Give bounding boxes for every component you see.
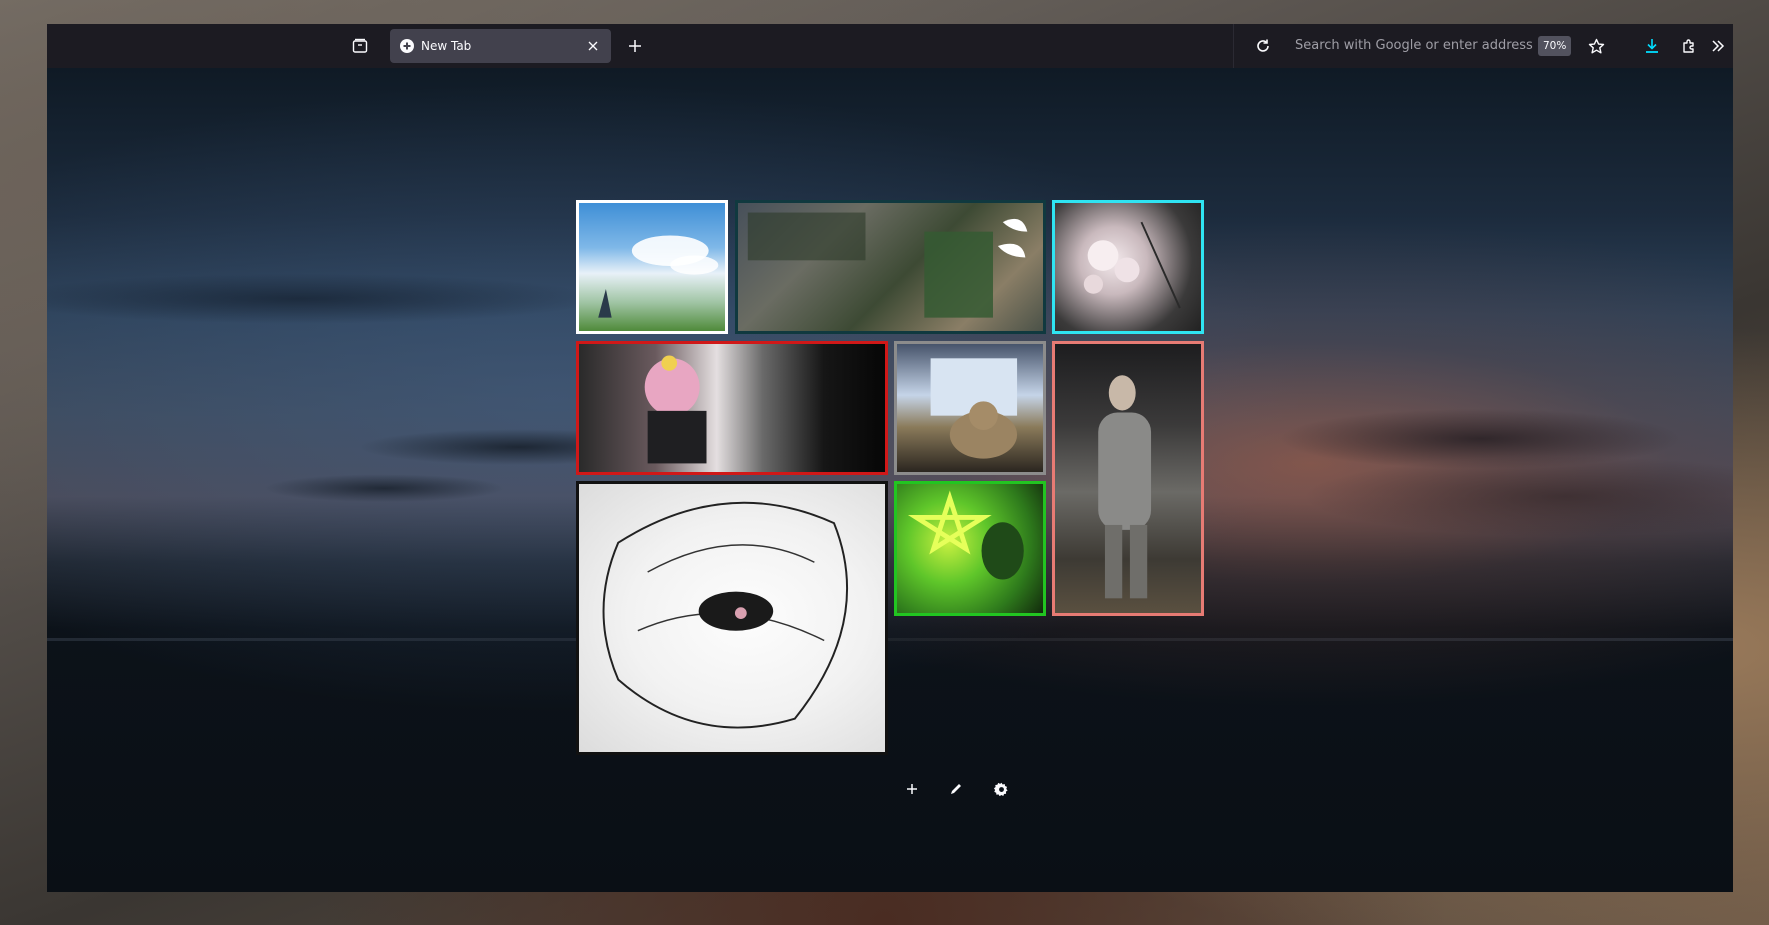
overflow-menu-button[interactable] [1707, 35, 1729, 57]
bookmark-button[interactable] [1585, 35, 1607, 57]
plus-icon [629, 40, 641, 52]
plus-circle-icon [399, 38, 415, 54]
toolbar-divider [1233, 24, 1234, 68]
pencil-icon [951, 784, 961, 794]
downloads-button[interactable] [1641, 35, 1663, 57]
download-icon [1646, 39, 1658, 53]
tab-overview-icon [352, 38, 368, 53]
wallpaper-clouds [47, 68, 1733, 892]
tile-cherry-blossom[interactable] [1052, 200, 1204, 334]
close-icon[interactable] [583, 36, 603, 56]
star-icon [1588, 38, 1604, 54]
tile-green-pentagram[interactable] [894, 481, 1046, 616]
tile-armored-knight[interactable] [1052, 341, 1204, 616]
tab-new-tab[interactable]: New Tab [390, 29, 611, 63]
new-tab-page [47, 68, 1733, 892]
new-tab-button[interactable] [624, 35, 646, 57]
edit-tiles-button[interactable] [944, 774, 968, 804]
urlbar-input[interactable]: Search with Google or enter address [1295, 38, 1533, 53]
tile-anime-girl-guitar[interactable] [576, 341, 888, 475]
gear-icon [993, 782, 1008, 796]
reload-button[interactable] [1252, 35, 1274, 57]
tab-overview-button[interactable] [348, 34, 372, 58]
tab-title: New Tab [421, 39, 472, 53]
plus-icon [907, 784, 917, 794]
chevron-double-right-icon [1712, 40, 1725, 52]
tile-cat-on-laptop[interactable] [894, 341, 1046, 475]
tab-toolbar: New Tab Search with Google or enter addr… [47, 24, 1733, 68]
add-tile-button[interactable] [900, 774, 924, 804]
tile-hooded-figure-sketch[interactable] [576, 481, 888, 755]
tile-anime-cluttered-room[interactable] [735, 200, 1046, 334]
reload-icon [1257, 39, 1269, 52]
extensions-icon [1683, 39, 1694, 53]
extensions-button[interactable] [1678, 35, 1700, 57]
zoom-level-badge[interactable]: 70% [1538, 36, 1572, 56]
settings-button[interactable] [989, 774, 1013, 804]
browser-window: New Tab Search with Google or enter addr… [47, 24, 1733, 892]
wallpaper-horizon [47, 638, 1733, 641]
tile-anime-sky-field[interactable] [576, 200, 728, 334]
